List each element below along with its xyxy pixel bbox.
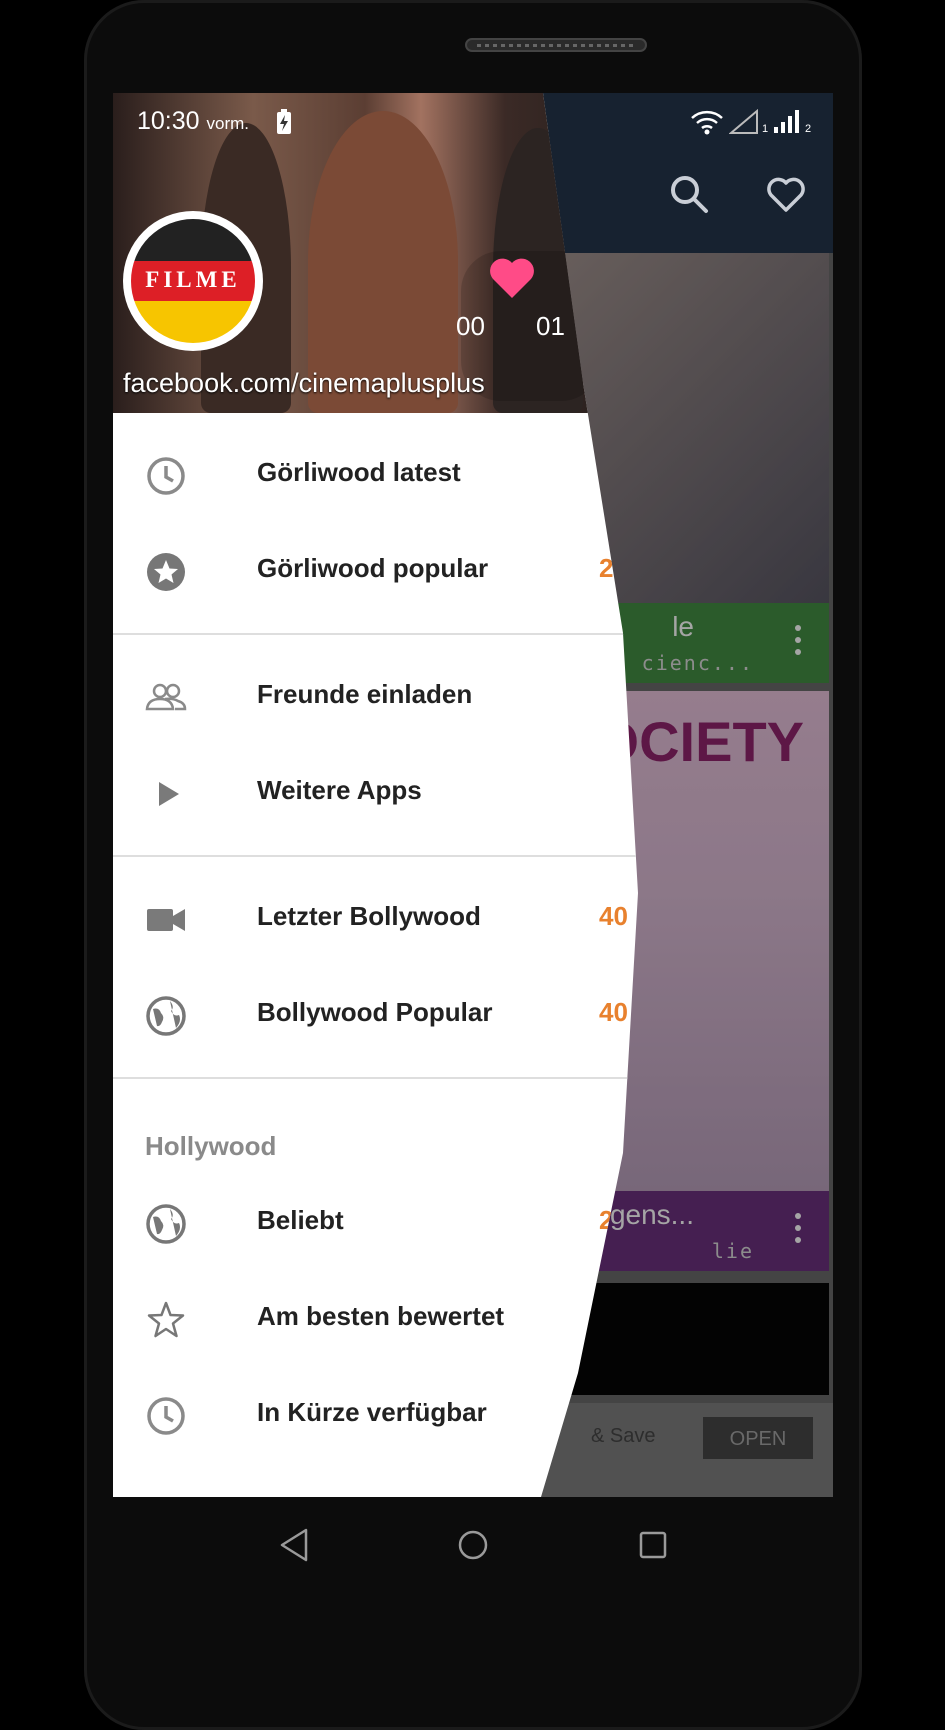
menu-item-label: Beliebt: [257, 1205, 344, 1235]
menu-divider: [113, 633, 638, 635]
signal-sim2-icon: [774, 110, 799, 133]
sim2-label: 2: [805, 123, 812, 135]
clock-icon: [147, 1397, 185, 1435]
drawer-menu: Görliwood latest 41 Görliwood popular 20…: [113, 413, 638, 1463]
star-circle-icon: [147, 553, 185, 591]
facebook-link[interactable]: facebook.com/cinemaplusplus: [123, 368, 485, 399]
counter-left: 00: [456, 311, 485, 341]
back-icon[interactable]: [278, 1527, 310, 1563]
logo-text: FILME: [145, 267, 241, 292]
signal-sim1-icon: [729, 109, 758, 134]
menu-item-bollywood-popular[interactable]: Bollywood Popular 40: [113, 967, 638, 1063]
menu-item-goerliwood-latest[interactable]: Görliwood latest 41: [113, 427, 638, 523]
menu-item-label: Freunde einladen: [257, 679, 473, 709]
battery-charging-icon: [277, 109, 291, 134]
video-camera-icon: [147, 909, 185, 931]
recent-apps-icon[interactable]: [637, 1527, 669, 1563]
wifi-icon: [691, 110, 723, 135]
menu-item-label: Letzter Bollywood: [257, 901, 481, 931]
menu-item-latest-bollywood[interactable]: Letzter Bollywood 40: [113, 871, 638, 967]
menu-item-goerliwood-popular[interactable]: Görliwood popular 20: [113, 523, 638, 619]
menu-item-invite-friends[interactable]: Freunde einladen: [113, 649, 638, 745]
home-icon[interactable]: [457, 1527, 489, 1563]
speaker-grille: [465, 38, 647, 52]
clock: 10:30 vorm.: [137, 107, 250, 135]
section-title: Hollywood: [145, 1131, 277, 1161]
menu-item-more-apps[interactable]: Weitere Apps: [113, 745, 638, 841]
sim1-label: 1: [762, 123, 769, 135]
menu-item-popular[interactable]: Beliebt 20: [113, 1175, 638, 1271]
menu-item-label: Weitere Apps: [257, 775, 422, 805]
globe-icon: [146, 996, 186, 1036]
counter-right: 01: [536, 311, 565, 341]
menu-item-count: 40: [599, 901, 628, 931]
heart-icon[interactable]: [488, 256, 536, 300]
clock-icon: [147, 457, 185, 495]
globe-icon: [146, 1204, 186, 1244]
menu-item-label: Görliwood popular: [257, 553, 489, 583]
system-nav-bar: [0, 1497, 945, 1597]
flag-image: FILME: [131, 219, 255, 343]
people-icon: [145, 683, 187, 711]
menu-item-label: Am besten bewertet: [257, 1301, 505, 1331]
favorite-outline-icon[interactable]: [765, 173, 807, 215]
screen: le cienc... OCIETY - Gegens... lie & Sav…: [113, 93, 833, 1497]
search-icon[interactable]: [668, 173, 710, 215]
menu-divider: [113, 855, 638, 857]
section-header-hollywood: Hollywood: [113, 1093, 638, 1175]
menu-item-count: 40: [599, 997, 628, 1027]
menu-item-label: Bollywood Popular: [257, 997, 493, 1027]
menu-item-label: In Kürze verfügbar: [257, 1397, 487, 1427]
menu-item-label: Görliwood latest: [257, 457, 461, 487]
menu-divider: [113, 1077, 638, 1079]
play-icon: [159, 782, 179, 806]
status-bar: 10:30 vorm. 1 2: [113, 93, 833, 149]
app-logo[interactable]: FILME: [123, 211, 263, 351]
star-outline-icon: [147, 1301, 185, 1338]
